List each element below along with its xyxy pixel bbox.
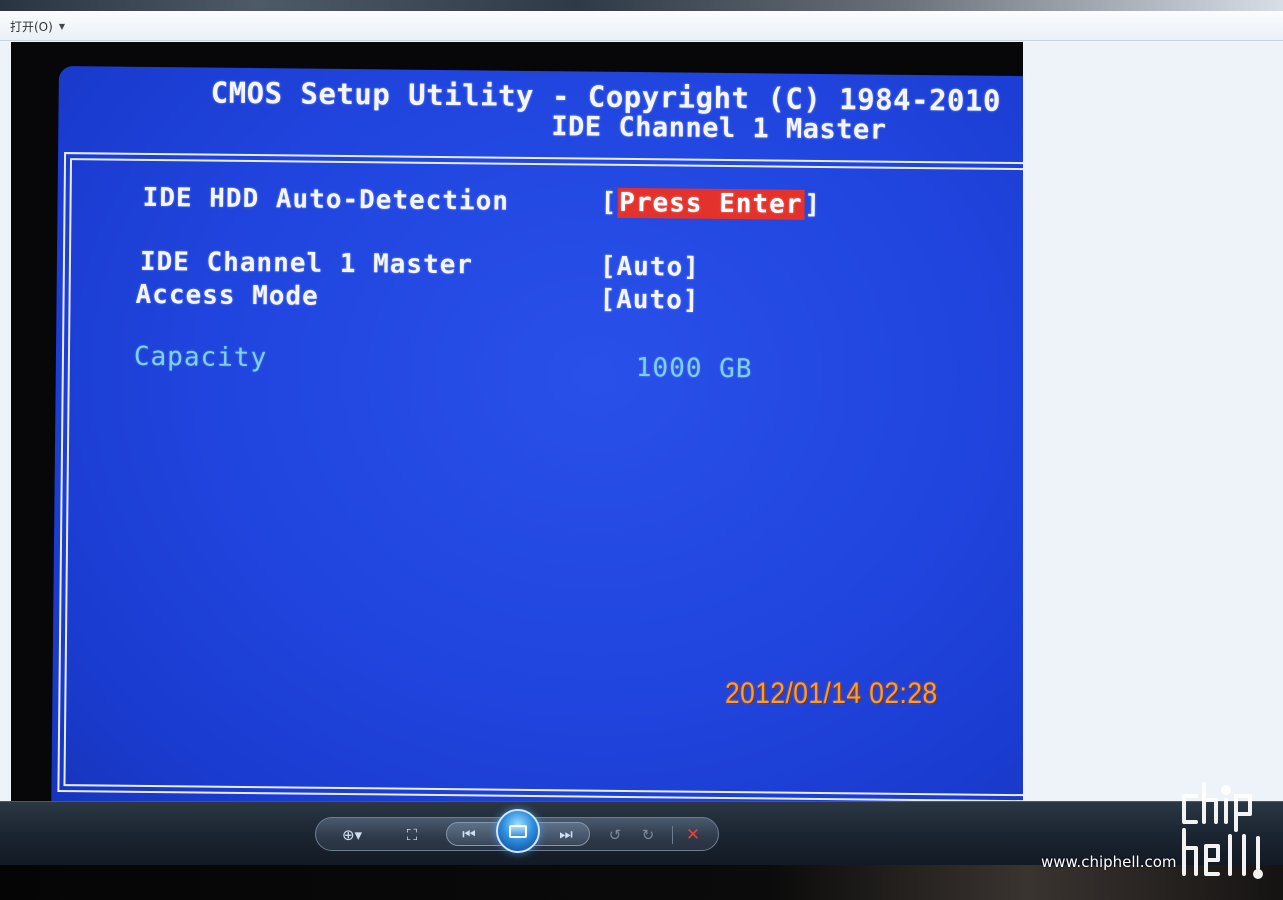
option-value-channel-master: [Auto] — [599, 251, 701, 283]
option-value-auto-detection: [Press Enter] — [600, 188, 821, 220]
option-label-auto-detection: IDE HDD Auto-Detection — [142, 182, 510, 217]
image-canvas: CMOS Setup Utility - Copyright (C) 1984-… — [0, 41, 1283, 801]
menu-bar: 打开(O) ▼ — [0, 11, 1283, 41]
fit-window-icon[interactable]: ⛶ — [398, 824, 426, 846]
capacity-label: Capacity — [133, 341, 268, 374]
photo-viewer-window: 打开(O) ▼ CMOS Setup Utility - Copyright (… — [0, 0, 1283, 900]
chiphell-logo-icon — [1182, 782, 1263, 879]
option-label-access-mode: Access Mode — [135, 279, 319, 312]
toolbar-controls: ⊕▾ ⛶ ⏮ ⏭ ↺ ↻ ✕ — [315, 809, 719, 853]
zoom-icon[interactable]: ⊕▾ — [338, 824, 366, 846]
option-label-channel-master: IDE Channel 1 Master — [139, 246, 474, 281]
chevron-down-icon: ▼ — [58, 21, 65, 31]
bios-photo: CMOS Setup Utility - Copyright (C) 1984-… — [11, 42, 1023, 801]
toolbar-separator — [672, 826, 673, 844]
window-title-strip — [0, 0, 1283, 11]
rotate-cw-icon[interactable]: ↻ — [634, 824, 662, 846]
rotate-ccw-icon[interactable]: ↺ — [601, 824, 629, 846]
previous-icon[interactable]: ⏮ — [455, 823, 483, 845]
bracket-open: [ — [600, 187, 618, 218]
delete-icon[interactable]: ✕ — [679, 824, 707, 846]
option-value-access-mode: [Auto] — [599, 284, 700, 316]
slideshow-icon — [509, 824, 527, 838]
next-icon[interactable]: ⏭ — [552, 823, 580, 845]
capacity-value: 1000 GB — [635, 353, 753, 385]
watermark-url: www.chiphell.com — [1041, 853, 1177, 871]
bios-subtitle: IDE Channel 1 Master — [551, 111, 887, 146]
press-enter-highlight: Press Enter — [617, 187, 805, 220]
bracket-close: ] — [804, 189, 822, 220]
open-menu-label: 打开(O) — [10, 19, 53, 34]
slideshow-button[interactable] — [496, 809, 540, 853]
photo-timestamp: 2012/01/14 02:28 — [725, 677, 938, 710]
open-menu-button[interactable]: 打开(O) ▼ — [10, 17, 65, 35]
